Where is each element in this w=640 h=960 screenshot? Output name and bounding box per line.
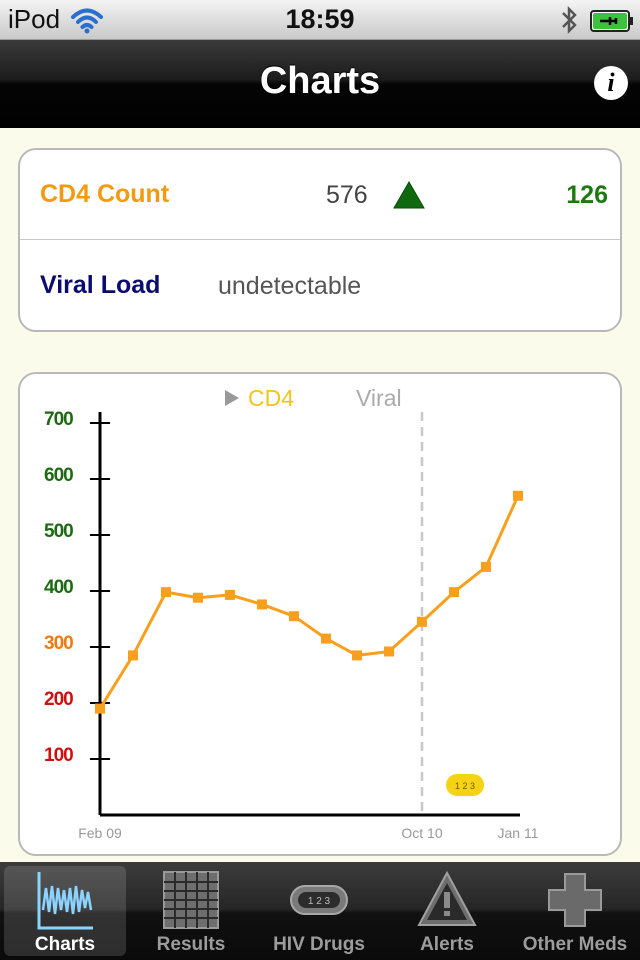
tab-label: Charts xyxy=(34,934,96,955)
tab-charts[interactable]: Charts xyxy=(4,866,126,956)
clock: 18:59 xyxy=(285,4,355,34)
data-point xyxy=(128,650,138,661)
up-triangle-icon xyxy=(393,180,425,209)
tab-bar: Charts Results 1 2 3 HIV Drugs Alerts Ot… xyxy=(0,862,640,960)
y-tick-label: 200 xyxy=(44,689,73,710)
chart-card: CD4 Viral 100 200 300 400 500 600 700 Feb 09 Oct… xyxy=(18,372,622,856)
info-icon[interactable]: i xyxy=(594,66,628,100)
tab-label: Results xyxy=(156,934,226,955)
data-point xyxy=(257,599,267,610)
line-chart-icon xyxy=(37,872,93,930)
tab-other-meds[interactable]: Other Meds xyxy=(514,866,636,956)
data-point xyxy=(95,703,105,714)
toggle-viral[interactable]: Viral xyxy=(356,385,402,411)
cd4-change: 126 xyxy=(566,181,608,209)
cd4-label: CD4 Count xyxy=(40,180,170,208)
page-title: Charts xyxy=(259,60,381,102)
x-tick-label: Oct 10 xyxy=(401,825,442,841)
cd4-line-chart[interactable]: CD4 Viral 100 200 300 400 500 600 700 Feb 09 Oct… xyxy=(20,374,620,854)
y-tick-label: 600 xyxy=(44,465,73,486)
tab-alerts[interactable]: Alerts xyxy=(386,866,508,956)
data-point xyxy=(417,616,427,627)
navigation-bar: Charts i xyxy=(0,40,640,128)
y-tick-label: 300 xyxy=(44,633,73,654)
grid-table-icon xyxy=(163,871,219,929)
data-point xyxy=(321,633,331,644)
data-point xyxy=(384,646,394,657)
cd4-row[interactable]: CD4 Count 576 126 xyxy=(20,150,620,240)
cd4-series-line xyxy=(98,495,520,710)
warning-triangle-icon xyxy=(417,870,477,926)
viral-load-value: undetectable xyxy=(218,272,362,300)
medical-cross-icon xyxy=(548,873,602,927)
battery-charging-icon xyxy=(590,10,633,32)
bluetooth-icon xyxy=(562,5,577,35)
play-triangle-icon xyxy=(225,390,239,406)
y-tick-label: 100 xyxy=(44,745,73,766)
viral-load-row[interactable]: Viral Load undetectable xyxy=(20,241,620,331)
x-tick-label: Feb 09 xyxy=(78,825,122,841)
tab-label: HIV Drugs xyxy=(273,934,365,955)
tab-label: Other Meds xyxy=(522,934,628,955)
y-tick-label: 500 xyxy=(44,521,73,542)
y-tick-label: 400 xyxy=(44,577,73,598)
x-tick-label: Jan 11 xyxy=(498,825,539,841)
toggle-cd4[interactable]: CD4 xyxy=(248,385,294,411)
data-point xyxy=(193,592,203,603)
data-point xyxy=(225,589,235,600)
viral-load-label: Viral Load xyxy=(40,271,161,299)
pill-icon: 1 2 3 xyxy=(290,885,348,915)
data-point xyxy=(481,561,491,572)
data-point xyxy=(449,587,459,598)
data-point xyxy=(289,611,299,622)
y-tick-label: 700 xyxy=(44,409,73,430)
status-bar: iPod 18:59 xyxy=(0,0,640,40)
tab-hiv-drugs[interactable]: 1 2 3 HIV Drugs xyxy=(258,866,380,956)
badge-123[interactable]: 1 2 3 xyxy=(446,774,484,796)
data-point xyxy=(161,587,171,598)
summary-card: CD4 Count 576 126 Viral Load undetectabl… xyxy=(18,148,622,332)
data-point xyxy=(513,490,523,501)
cd4-value: 576 xyxy=(326,181,368,209)
tab-results[interactable]: Results xyxy=(130,866,252,956)
svg-text:1 2 3: 1 2 3 xyxy=(308,896,331,907)
tab-label: Alerts xyxy=(420,934,474,955)
badge-text: 1 2 3 xyxy=(455,781,475,791)
data-point xyxy=(352,650,362,661)
